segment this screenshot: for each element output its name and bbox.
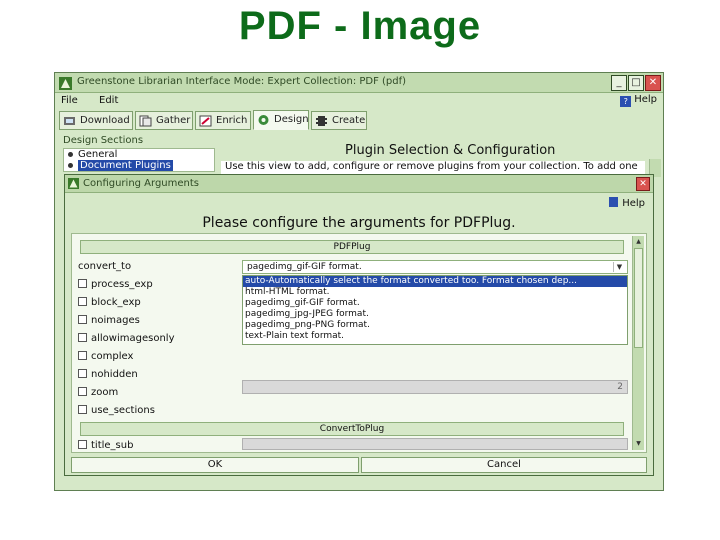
dropdown-option[interactable]: pagedimg_jpg-JPEG format.	[243, 309, 627, 320]
arg-complex[interactable]: complex	[78, 351, 133, 363]
cancel-button[interactable]: Cancel	[361, 457, 647, 473]
arg-label: nohidden	[91, 369, 138, 380]
tab-create[interactable]: Create	[311, 111, 367, 130]
checkbox[interactable]	[78, 369, 87, 378]
group-header-pdfplug: PDFPlug	[80, 240, 624, 254]
arg-label: title_sub	[91, 440, 134, 451]
dropdown-option[interactable]: pagedimg_gif-GIF format.	[243, 298, 627, 309]
design-section-label: General	[78, 149, 118, 160]
plugin-panel-title: Plugin Selection & Configuration	[345, 143, 556, 158]
arg-label: allowimagesonly	[91, 333, 175, 344]
greenstone-app-icon	[59, 77, 72, 90]
design-section-general[interactable]: General	[64, 149, 214, 160]
tab-gather[interactable]: Gather	[135, 111, 193, 130]
window-title: Greenstone Librarian Interface Mode: Exp…	[77, 76, 407, 87]
scroll-up-icon[interactable]: ▲	[634, 237, 643, 247]
tab-design-label: Design	[274, 114, 309, 125]
menubar: File Edit ? Help	[55, 93, 663, 109]
dialog-title: Configuring Arguments	[83, 178, 200, 189]
checkbox[interactable]	[78, 405, 87, 414]
checkbox[interactable]	[78, 279, 87, 288]
dialog-heading: Please configure the arguments for PDFPl…	[202, 215, 516, 231]
checkbox[interactable]	[78, 333, 87, 342]
dropdown-option[interactable]: html-HTML format.	[243, 287, 627, 298]
arg-use-sections[interactable]: use_sections	[78, 405, 155, 417]
ok-button[interactable]: OK	[71, 457, 359, 473]
arg-title-sub[interactable]: title_sub	[78, 440, 133, 452]
enrich-icon	[199, 115, 212, 127]
tab-download[interactable]: Download	[59, 111, 133, 130]
chevron-down-icon[interactable]: ▼	[613, 262, 625, 272]
tab-enrich-label: Enrich	[216, 115, 248, 126]
arg-zoom[interactable]: zoom	[78, 387, 118, 399]
bullet-icon	[68, 152, 73, 157]
design-section-label: Document Plugins	[78, 160, 173, 171]
configuring-arguments-dialog: Configuring Arguments ✕ Help Please conf…	[64, 174, 654, 476]
close-button[interactable]: ✕	[645, 75, 661, 91]
gather-icon	[139, 115, 152, 127]
create-icon	[316, 116, 327, 126]
menu-help-label: Help	[634, 94, 657, 105]
help-icon: ?	[620, 96, 632, 107]
minimize-button[interactable]: _	[611, 75, 627, 91]
checkbox[interactable]	[78, 315, 87, 324]
title-sub-field[interactable]	[242, 438, 628, 450]
arg-label: block_exp	[91, 297, 141, 308]
download-icon	[64, 117, 75, 125]
dropdown-option[interactable]: auto-Automatically select the format con…	[243, 276, 627, 287]
maximize-button[interactable]: □	[628, 75, 644, 91]
dropdown-option[interactable]: text-Plain text format.	[243, 331, 627, 342]
arg-label: noimages	[91, 315, 140, 326]
design-section-document-plugins[interactable]: Document Plugins	[64, 160, 214, 171]
arg-label: process_exp	[91, 279, 153, 290]
tab-gather-label: Gather	[156, 115, 191, 126]
arg-noimages[interactable]: noimages	[78, 315, 140, 327]
checkbox[interactable]	[78, 387, 87, 396]
scroll-down-icon[interactable]: ▼	[634, 439, 643, 449]
arguments-panel: PDFPlug convert_to pagedimg_gif-GIF form…	[71, 233, 647, 453]
tab-enrich[interactable]: Enrich	[195, 111, 251, 130]
greenstone-app-icon	[68, 178, 79, 189]
dialog-help-button[interactable]: Help	[609, 197, 645, 209]
dialog-help-label: Help	[622, 198, 645, 209]
arg-block-exp[interactable]: block_exp	[78, 297, 141, 309]
zoom-field[interactable]: 2	[242, 380, 628, 394]
arg-label: zoom	[91, 387, 119, 398]
arg-label: complex	[91, 351, 134, 362]
convert-to-select[interactable]: pagedimg_gif-GIF format. ▼	[242, 260, 628, 274]
tab-design[interactable]: Design	[253, 110, 309, 130]
plugin-panel-description: Use this view to add, configure or remov…	[221, 161, 645, 175]
group-header-converttoplug: ConvertToPlug	[80, 422, 624, 436]
design-icon	[258, 115, 269, 125]
bullet-icon	[68, 163, 73, 168]
slide-title: PDF - Image	[238, 4, 482, 48]
checkbox[interactable]	[78, 440, 87, 449]
arg-nohidden[interactable]: nohidden	[78, 369, 138, 381]
window-titlebar[interactable]: Greenstone Librarian Interface Mode: Exp…	[55, 73, 663, 93]
design-sections-header: Design Sections	[63, 135, 144, 146]
tab-bar: Download Gather Enrich Design Create	[59, 110, 659, 131]
menu-file[interactable]: File	[61, 95, 78, 106]
help-book-icon	[609, 197, 619, 207]
checkbox[interactable]	[78, 297, 87, 306]
convert-to-dropdown: auto-Automatically select the format con…	[242, 275, 628, 345]
checkbox[interactable]	[78, 351, 87, 360]
tab-create-label: Create	[332, 115, 366, 126]
design-sections-list: General Document Plugins	[63, 148, 215, 172]
arguments-scrollbar[interactable]: ▲ ▼	[632, 236, 644, 450]
arg-process-exp[interactable]: process_exp	[78, 279, 153, 291]
arg-allowimagesonly[interactable]: allowimagesonly	[78, 333, 175, 345]
tab-download-label: Download	[80, 115, 130, 126]
scrollbar-thumb[interactable]	[634, 248, 643, 348]
arg-label: use_sections	[91, 405, 155, 416]
menu-help[interactable]: ? Help	[620, 94, 657, 107]
convert-to-value: pagedimg_gif-GIF format.	[247, 262, 362, 272]
dialog-close-button[interactable]: ✕	[636, 177, 650, 191]
dialog-titlebar[interactable]: Configuring Arguments ✕	[65, 175, 653, 193]
menu-edit[interactable]: Edit	[99, 95, 118, 106]
dropdown-option[interactable]: pagedimg_png-PNG format.	[243, 320, 627, 331]
convert-to-label: convert_to	[78, 261, 132, 272]
